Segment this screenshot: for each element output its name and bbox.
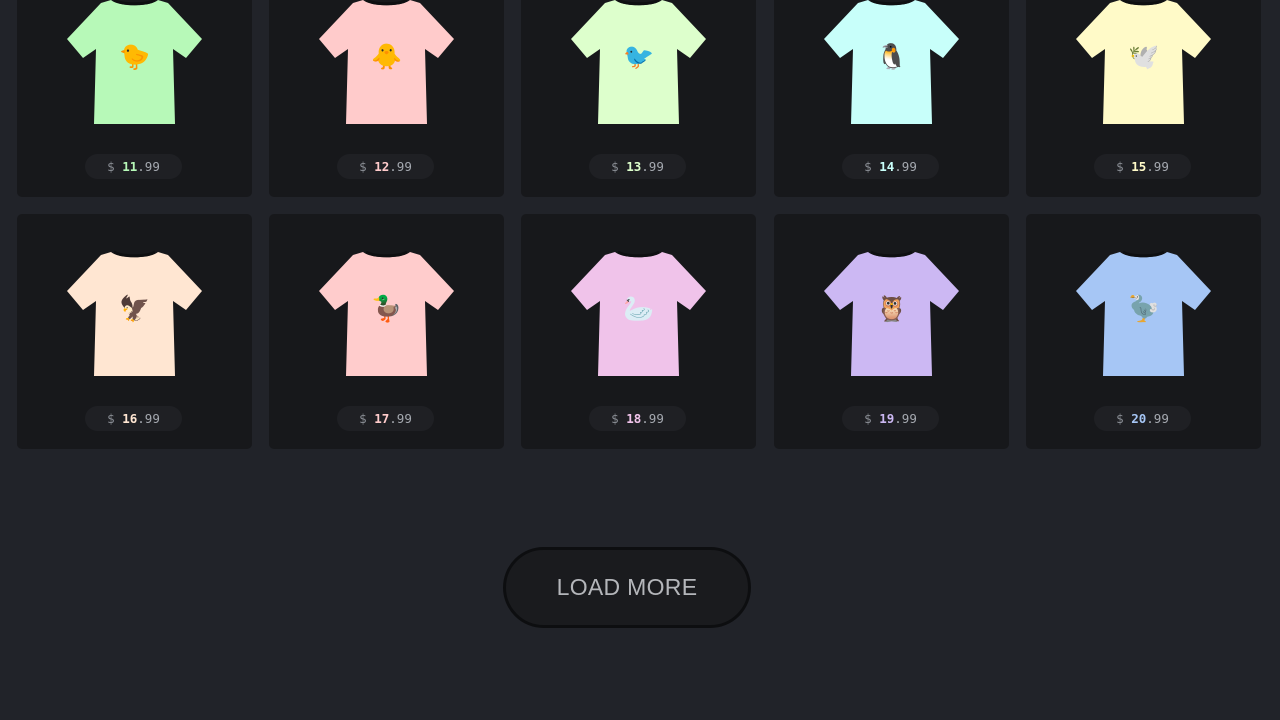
- price-cents: .99: [641, 411, 664, 426]
- price-badge: $ 13.99: [589, 154, 686, 179]
- price-cents: .99: [641, 159, 664, 174]
- tshirt-collar: [870, 0, 913, 6]
- bird-icon: 🐦: [623, 42, 655, 71]
- price-integer: 15: [1131, 159, 1147, 174]
- product-card[interactable]: 🦤 $ 20.99: [1026, 214, 1261, 449]
- tshirt-collar: [113, 250, 156, 258]
- price-cents: .99: [1146, 159, 1169, 174]
- swan-icon: 🦢: [623, 294, 655, 323]
- currency-symbol: $: [611, 411, 627, 426]
- eagle-icon: 🦅: [119, 294, 151, 323]
- penguin-icon: 🐧: [876, 42, 908, 71]
- currency-symbol: $: [864, 411, 880, 426]
- price-integer: 19: [879, 411, 895, 426]
- currency-symbol: $: [107, 411, 123, 426]
- price-integer: 18: [626, 411, 642, 426]
- currency-symbol: $: [611, 159, 627, 174]
- load-more-button[interactable]: LOAD MORE: [503, 547, 751, 628]
- product-card[interactable]: 🦢 $ 18.99: [521, 214, 756, 449]
- price-cents: .99: [389, 159, 412, 174]
- price-badge: $ 14.99: [842, 154, 939, 179]
- chick-head-icon: 🐤: [119, 42, 151, 71]
- price-badge: $ 20.99: [1094, 406, 1191, 431]
- owl-icon: 🦉: [876, 294, 908, 323]
- price-badge: $ 17.99: [337, 406, 434, 431]
- duck-icon: 🦆: [371, 294, 403, 323]
- dodo-icon: 🦤: [1128, 294, 1160, 323]
- tshirt-collar: [1122, 250, 1165, 258]
- product-card[interactable]: 🐤 $ 11.99: [17, 0, 252, 197]
- product-card[interactable]: 🐦 $ 13.99: [521, 0, 756, 197]
- tshirt-collar: [617, 0, 660, 6]
- tshirt-collar: [365, 250, 408, 258]
- price-integer: 20: [1131, 411, 1147, 426]
- tshirt-collar: [870, 250, 913, 258]
- currency-symbol: $: [359, 159, 375, 174]
- price-cents: .99: [894, 411, 917, 426]
- product-card[interactable]: 🕊️ $ 15.99: [1026, 0, 1261, 197]
- price-badge: $ 15.99: [1094, 154, 1191, 179]
- price-integer: 16: [122, 411, 138, 426]
- price-cents: .99: [1146, 411, 1169, 426]
- price-integer: 11: [122, 159, 138, 174]
- hatching-chick-icon: 🐥: [371, 42, 403, 71]
- price-cents: .99: [137, 411, 160, 426]
- currency-symbol: $: [1116, 159, 1132, 174]
- tshirt-collar: [365, 0, 408, 6]
- price-badge: $ 12.99: [337, 154, 434, 179]
- price-integer: 17: [374, 411, 390, 426]
- price-badge: $ 18.99: [589, 406, 686, 431]
- currency-symbol: $: [359, 411, 375, 426]
- dove-icon: 🕊️: [1128, 42, 1160, 71]
- price-integer: 12: [374, 159, 390, 174]
- tshirt-collar: [1122, 0, 1165, 6]
- price-badge: $ 11.99: [85, 154, 182, 179]
- price-cents: .99: [389, 411, 412, 426]
- tshirt-collar: [617, 250, 660, 258]
- tshirt-collar: [113, 0, 156, 6]
- price-cents: .99: [894, 159, 917, 174]
- product-card[interactable]: 🐧 $ 14.99: [774, 0, 1009, 197]
- product-card[interactable]: 🐥 $ 12.99: [269, 0, 504, 197]
- price-cents: .99: [137, 159, 160, 174]
- price-integer: 13: [626, 159, 642, 174]
- currency-symbol: $: [107, 159, 123, 174]
- product-card[interactable]: 🦉 $ 19.99: [774, 214, 1009, 449]
- currency-symbol: $: [1116, 411, 1132, 426]
- price-badge: $ 16.99: [85, 406, 182, 431]
- product-card[interactable]: 🦅 $ 16.99: [17, 214, 252, 449]
- product-card[interactable]: 🦆 $ 17.99: [269, 214, 504, 449]
- currency-symbol: $: [864, 159, 880, 174]
- price-badge: $ 19.99: [842, 406, 939, 431]
- price-integer: 14: [879, 159, 895, 174]
